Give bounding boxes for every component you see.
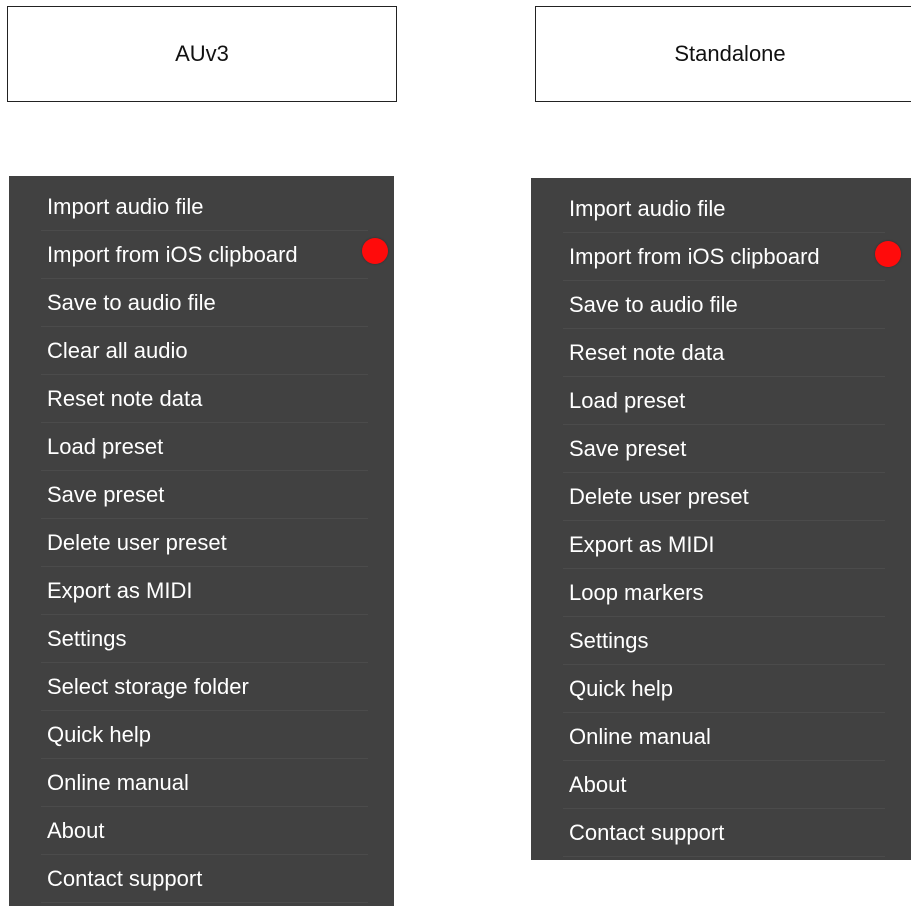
menu-item-label: Select storage folder bbox=[47, 674, 249, 699]
menu-item-label: Import from iOS clipboard bbox=[47, 242, 298, 267]
menu-item-contact-support[interactable]: Contact support bbox=[563, 809, 885, 857]
menu-item-quick-help[interactable]: Quick help bbox=[563, 665, 885, 713]
menu-item-label: About bbox=[569, 772, 627, 797]
menu-divider bbox=[563, 856, 885, 857]
menu-item-load-preset[interactable]: Load preset bbox=[41, 423, 368, 471]
standalone-title-box: Standalone bbox=[535, 6, 911, 102]
menu-item-label: Load preset bbox=[47, 434, 164, 459]
menu-item-import-audio-file[interactable]: Import audio file bbox=[563, 185, 885, 233]
menu-item-settings[interactable]: Settings bbox=[41, 615, 368, 663]
menu-item-label: Save preset bbox=[569, 436, 687, 461]
menu-item-export-as-midi[interactable]: Export as MIDI bbox=[563, 521, 885, 569]
menu-item-import-from-ios-clipboard[interactable]: Import from iOS clipboard bbox=[563, 233, 885, 281]
menu-item-delete-user-preset[interactable]: Delete user preset bbox=[563, 473, 885, 521]
menu-item-quick-help[interactable]: Quick help bbox=[41, 711, 368, 759]
red-dot-marker-icon bbox=[875, 241, 901, 267]
menu-item-label: Reset note data bbox=[47, 386, 203, 411]
menu-item-load-preset[interactable]: Load preset bbox=[563, 377, 885, 425]
menu-item-online-manual[interactable]: Online manual bbox=[41, 759, 368, 807]
auv3-menu: Import audio file Import from iOS clipbo… bbox=[9, 176, 394, 906]
menu-item-label: Delete user preset bbox=[47, 530, 227, 555]
menu-item-label: Delete user preset bbox=[569, 484, 749, 509]
menu-item-reset-note-data[interactable]: Reset note data bbox=[41, 375, 368, 423]
menu-item-label: Quick help bbox=[47, 722, 151, 747]
menu-item-label: About bbox=[47, 818, 105, 843]
menu-item-label: Export as MIDI bbox=[47, 578, 193, 603]
menu-item-label: Save to audio file bbox=[47, 290, 216, 315]
menu-item-import-from-ios-clipboard[interactable]: Import from iOS clipboard bbox=[41, 231, 368, 279]
red-dot-marker-icon bbox=[362, 238, 388, 264]
menu-item-label: Online manual bbox=[47, 770, 189, 795]
menu-item-save-preset[interactable]: Save preset bbox=[563, 425, 885, 473]
menu-item-import-audio-file[interactable]: Import audio file bbox=[41, 183, 368, 231]
menu-item-label: Loop markers bbox=[569, 580, 704, 605]
standalone-menu: Import audio file Import from iOS clipbo… bbox=[531, 178, 911, 860]
menu-item-label: Reset note data bbox=[569, 340, 725, 365]
menu-item-select-storage-folder[interactable]: Select storage folder bbox=[41, 663, 368, 711]
menu-item-save-preset[interactable]: Save preset bbox=[41, 471, 368, 519]
menu-item-label: Quick help bbox=[569, 676, 673, 701]
menu-item-label: Settings bbox=[47, 626, 127, 651]
menu-item-label: Save preset bbox=[47, 482, 165, 507]
menu-item-reset-note-data[interactable]: Reset note data bbox=[563, 329, 885, 377]
menu-item-delete-user-preset[interactable]: Delete user preset bbox=[41, 519, 368, 567]
menu-item-export-as-midi[interactable]: Export as MIDI bbox=[41, 567, 368, 615]
menu-item-label: Save to audio file bbox=[569, 292, 738, 317]
menu-divider bbox=[41, 902, 368, 903]
menu-item-save-to-audio-file[interactable]: Save to audio file bbox=[563, 281, 885, 329]
menu-item-contact-support[interactable]: Contact support bbox=[41, 855, 368, 903]
menu-item-save-to-audio-file[interactable]: Save to audio file bbox=[41, 279, 368, 327]
menu-item-label: Settings bbox=[569, 628, 649, 653]
menu-item-clear-all-audio[interactable]: Clear all audio bbox=[41, 327, 368, 375]
menu-item-settings[interactable]: Settings bbox=[563, 617, 885, 665]
menu-item-label: Clear all audio bbox=[47, 338, 188, 363]
menu-item-about[interactable]: About bbox=[563, 761, 885, 809]
auv3-title: AUv3 bbox=[175, 41, 229, 66]
menu-item-label: Load preset bbox=[569, 388, 686, 413]
menu-item-label: Import audio file bbox=[569, 196, 726, 221]
menu-item-label: Import from iOS clipboard bbox=[569, 244, 820, 269]
menu-item-label: Export as MIDI bbox=[569, 532, 715, 557]
standalone-title: Standalone bbox=[674, 41, 786, 66]
auv3-title-box: AUv3 bbox=[7, 6, 397, 102]
menu-item-label: Contact support bbox=[569, 820, 725, 845]
menu-item-about[interactable]: About bbox=[41, 807, 368, 855]
menu-item-online-manual[interactable]: Online manual bbox=[563, 713, 885, 761]
menu-item-label: Contact support bbox=[47, 866, 203, 891]
menu-item-loop-markers[interactable]: Loop markers bbox=[563, 569, 885, 617]
menu-item-label: Import audio file bbox=[47, 194, 204, 219]
menu-item-label: Online manual bbox=[569, 724, 711, 749]
